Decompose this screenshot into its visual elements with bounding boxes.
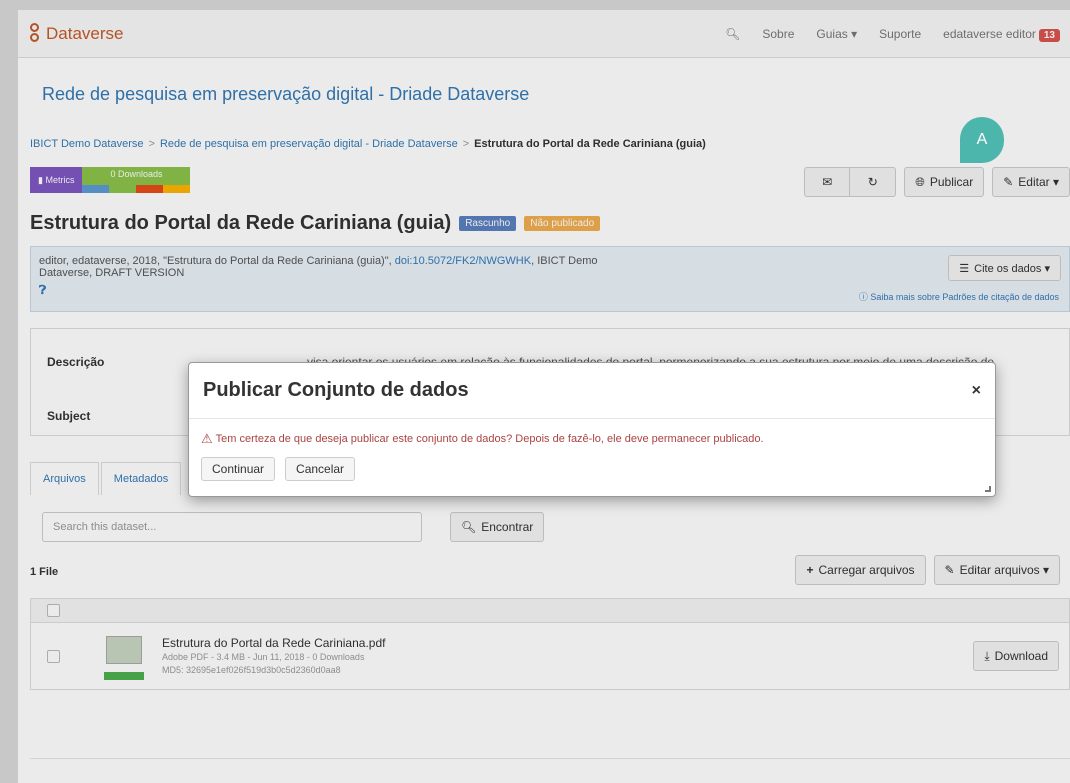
close-icon[interactable]: × [972, 382, 981, 400]
publish-dialog: Publicar Conjunto de dados × ⚠︎ Tem cert… [188, 362, 996, 497]
modal-body: ⚠︎ Tem certeza de que deseja publicar es… [189, 419, 995, 493]
warning-icon: ⚠︎ [201, 431, 213, 446]
modal-header: Publicar Conjunto de dados × [189, 363, 995, 419]
continue-button[interactable]: Continuar [201, 457, 276, 481]
warning-message: ⚠︎ Tem certeza de que deseja publicar es… [201, 431, 983, 447]
resize-handle[interactable] [985, 486, 991, 492]
callout-marker: A [960, 117, 1004, 163]
modal-title: Publicar Conjunto de dados [203, 379, 469, 401]
warning-text: Tem certeza de que deseja publicar este … [215, 433, 764, 445]
modal-buttons: Continuar Cancelar [201, 457, 983, 481]
cancel-button[interactable]: Cancelar [285, 457, 356, 481]
